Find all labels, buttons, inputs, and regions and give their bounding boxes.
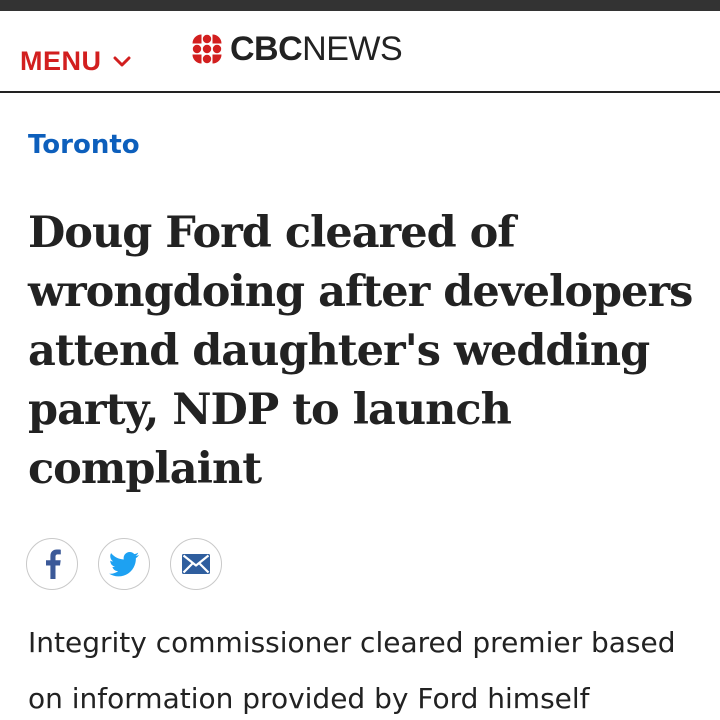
article-headline: Doug Ford cleared of wrongdoing after de… bbox=[28, 208, 693, 494]
cbc-gem-icon bbox=[192, 34, 222, 64]
logo-cbc: CBC bbox=[230, 30, 303, 68]
email-icon bbox=[182, 554, 210, 574]
share-facebook-button[interactable] bbox=[26, 538, 78, 590]
share-email-button[interactable] bbox=[170, 538, 222, 590]
section-link[interactable]: Toronto bbox=[28, 130, 140, 160]
twitter-icon bbox=[109, 551, 139, 576]
menu-label: MENU bbox=[20, 45, 102, 76]
status-bar bbox=[0, 0, 720, 11]
article-deck: Integrity commissioner cleared premier b… bbox=[28, 626, 676, 715]
logo-wordmark: CBCNEWS bbox=[230, 29, 403, 69]
share-buttons bbox=[26, 538, 222, 590]
logo-news: NEWS bbox=[302, 30, 403, 68]
menu-button[interactable]: MENU bbox=[20, 44, 132, 78]
share-twitter-button[interactable] bbox=[98, 538, 150, 590]
chevron-down-icon bbox=[113, 56, 130, 67]
header-divider bbox=[0, 91, 720, 93]
facebook-icon bbox=[46, 549, 61, 579]
cbc-news-logo[interactable]: CBCNEWS bbox=[190, 29, 403, 69]
